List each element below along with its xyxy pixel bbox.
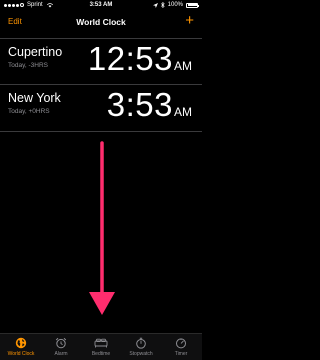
tab-world-clock[interactable]: World Clock <box>1 337 41 357</box>
tab-alarm[interactable]: Alarm <box>41 337 81 357</box>
tab-label: Timer <box>174 351 188 357</box>
tab-label: World Clock <box>7 351 35 357</box>
tab-bedtime[interactable]: Bedtime <box>81 337 121 357</box>
alarm-clock-icon <box>55 337 67 349</box>
timer-icon <box>176 338 186 349</box>
globe-icon <box>15 337 27 349</box>
tab-label: Bedtime <box>91 351 111 357</box>
stopwatch-icon <box>136 337 146 349</box>
tab-label: Alarm <box>54 351 68 357</box>
tab-label: Stopwatch <box>129 351 153 357</box>
down-arrow-icon <box>89 141 115 315</box>
tab-bar: World Clock Alarm Bedtime Stopwatch Time… <box>0 333 202 360</box>
tab-timer[interactable]: Timer <box>161 337 201 357</box>
tab-stopwatch[interactable]: Stopwatch <box>121 337 161 357</box>
bed-icon <box>94 338 108 348</box>
